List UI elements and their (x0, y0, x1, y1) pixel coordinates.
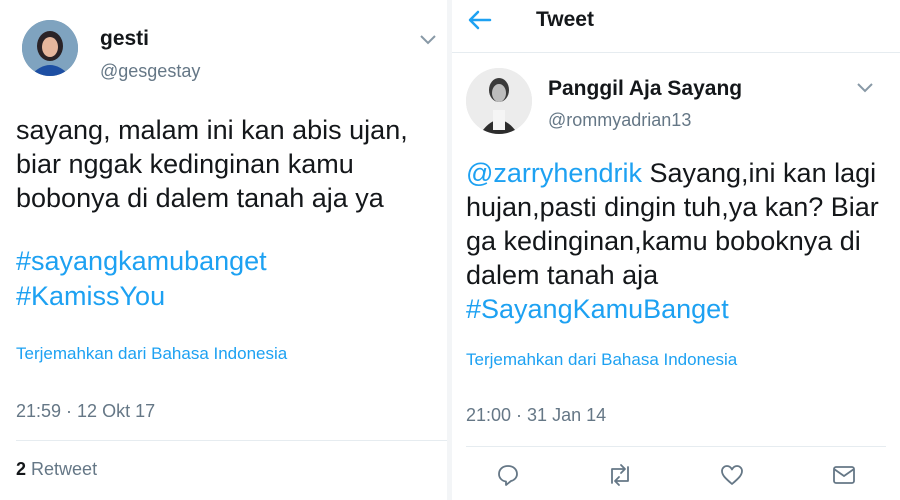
retweet-icon[interactable] (606, 461, 634, 489)
tweet-text-line: dalem tanah aja (466, 260, 659, 290)
tweet-text-line: sayang, malam ini kan abis ujan, (16, 115, 408, 145)
translate-link[interactable]: Terjemahkan dari Bahasa Indonesia (16, 344, 287, 364)
left-tweet-panel: gesti @gesgestay sayang, malam ini kan a… (0, 0, 447, 500)
chevron-down-icon[interactable] (852, 78, 878, 98)
retweet-stats[interactable]: 2 Retweet (16, 459, 97, 480)
user-handle[interactable]: @gesgestay (100, 61, 200, 82)
like-icon[interactable] (718, 461, 746, 489)
header-divider (452, 52, 900, 53)
tweet-text-line: @zarryhendrik Sayang,ini kan lagi (466, 156, 896, 190)
tweet-text: sayang, malam ini kan abis ujan, biar ng… (16, 113, 441, 215)
timestamp[interactable]: 21:00 · 31 Jan 14 (466, 405, 606, 426)
avatar[interactable] (22, 20, 78, 76)
divider (466, 446, 886, 447)
tweet-text-line: biar nggak kedinginan kamu (16, 149, 354, 179)
tweet-text-span: Sayang,ini kan lagi (641, 158, 877, 188)
user-handle[interactable]: @rommyadrian13 (548, 110, 691, 131)
tweet-text: @zarryhendrik Sayang,ini kan lagi hujan,… (466, 156, 896, 326)
avatar[interactable] (466, 68, 532, 134)
reply-icon[interactable] (494, 461, 522, 489)
display-name[interactable]: Panggil Aja Sayang (548, 77, 742, 101)
right-tweet-panel: Tweet Panggil Aja Sayang @rommyadrian13 … (452, 0, 900, 500)
tweet-text-line: hujan,pasti dingin tuh,ya kan? Biar (466, 192, 879, 222)
page-title: Tweet (536, 8, 594, 31)
message-icon[interactable] (830, 461, 858, 489)
divider (16, 440, 447, 441)
hashtag-link[interactable]: #KamissYou (16, 279, 165, 313)
translate-link[interactable]: Terjemahkan dari Bahasa Indonesia (466, 350, 737, 370)
display-name[interactable]: gesti (100, 27, 149, 51)
hashtag-link[interactable]: #SayangKamuBanget (466, 292, 896, 326)
timestamp[interactable]: 21:59 · 12 Okt 17 (16, 401, 155, 422)
hashtag-link[interactable]: #sayangkamubanget (16, 244, 267, 278)
retweet-count: 2 (16, 459, 27, 479)
tweet-text-line: ga kedinginan,kamu boboknya di (466, 226, 861, 256)
retweet-label: Retweet (31, 459, 98, 479)
mention-link[interactable]: @zarryhendrik (466, 158, 642, 188)
back-arrow-icon[interactable] (466, 6, 494, 34)
chevron-down-icon[interactable] (415, 30, 441, 50)
tweet-text-line: bobonya di dalem tanah aja ya (16, 183, 384, 213)
